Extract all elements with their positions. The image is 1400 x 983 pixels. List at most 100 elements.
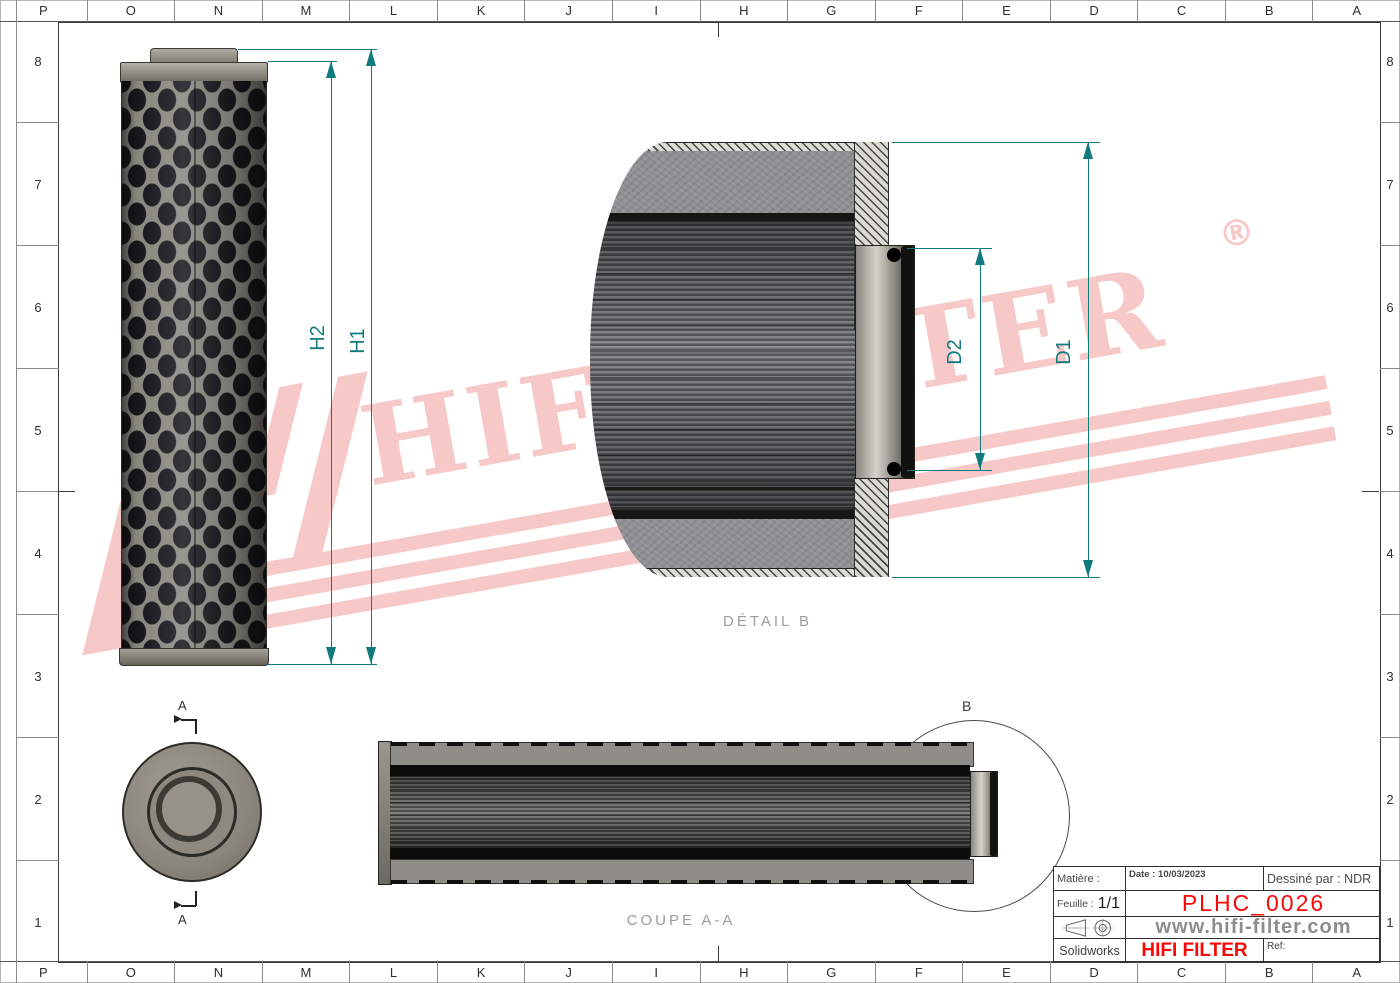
matiere-label: Matière :: [1054, 867, 1126, 891]
section-view-title: COUPE A-A: [596, 912, 766, 929]
grid-letter-cell: J: [525, 0, 613, 22]
grid-letter-cell: O: [88, 0, 176, 22]
detail-media-separator: [590, 487, 887, 490]
section-cut-label-a-top: A: [178, 698, 187, 713]
o-ring-top: [887, 248, 901, 262]
brand-name: HIFI FILTER: [1126, 939, 1264, 963]
grid-number-cell: 2: [1380, 738, 1400, 861]
part-number: PLHC_0026: [1126, 891, 1381, 917]
grid-letter-cell: D: [1051, 0, 1139, 22]
section-outer-shell-bottom: [390, 859, 974, 884]
detail-outlet-collar: [855, 245, 915, 479]
detail-cast-endcap-top: [590, 151, 887, 213]
grid-number-cell: 1: [1380, 861, 1400, 983]
dim-label-d1: D1: [1052, 330, 1076, 374]
grid-letter-cell: K: [438, 961, 526, 983]
arrowhead-icon: [366, 49, 376, 66]
date-field: Date : 10/03/2023: [1126, 867, 1264, 891]
section-arrow-icon: [174, 715, 182, 723]
grid-number-cell: 3: [17, 615, 59, 738]
grid-letter-cell: M: [263, 0, 351, 22]
centering-mark: [1362, 491, 1379, 492]
top-view-inner-ring: [147, 767, 237, 857]
grid-band-right: 87654321: [1380, 0, 1400, 983]
grid-letter-cell: B: [1226, 961, 1314, 983]
arrowhead-icon: [1083, 560, 1093, 577]
grid-letter-cell: C: [1138, 961, 1226, 983]
detail-cap-hatch-bottom: [590, 568, 887, 577]
section-outlet-collar: [970, 771, 998, 857]
detail-seal-groove: [901, 246, 914, 478]
grid-letter-cell: F: [876, 0, 964, 22]
grid-number-cell: 2: [17, 738, 59, 861]
arrowhead-icon: [326, 61, 336, 78]
ref-label: Ref:: [1264, 939, 1381, 963]
grid-letter-cell: G: [788, 961, 876, 983]
centering-mark: [58, 491, 75, 492]
grid-band-left: 87654321: [16, 0, 59, 983]
section-cut-label-a-bottom: A: [178, 912, 187, 927]
grid-band-top: PONMLKJIHGFEDCBA: [0, 0, 1400, 22]
drawing-sheet: HIFI FILTER ® PONMLKJIHGFEDCBA PONMLKJIH…: [0, 0, 1400, 983]
dimension-line-d2: [980, 248, 981, 470]
grid-number-cell: 4: [17, 492, 59, 615]
o-ring-bottom: [887, 462, 901, 476]
grid-band-bottom: PONMLKJIHGFEDCBA: [0, 961, 1400, 983]
detail-pleated-media: [590, 221, 887, 510]
extension-line: [892, 142, 1100, 143]
grid-letter-cell: E: [963, 0, 1051, 22]
dimension-line-h1: [371, 49, 372, 664]
software-label: Solidworks: [1054, 939, 1126, 963]
dimension-line-h2: [331, 61, 332, 664]
extension-line: [268, 664, 377, 665]
grid-letter-cell: D: [1051, 961, 1139, 983]
dim-label-h1: H1: [346, 319, 370, 363]
section-cut-line: [195, 891, 197, 906]
grid-number-cell: 8: [17, 0, 59, 123]
grid-letter-cell: M: [263, 961, 351, 983]
arrowhead-icon: [1083, 142, 1093, 159]
grid-letter-cell: H: [701, 961, 789, 983]
section-view: [378, 740, 998, 886]
website-link[interactable]: www.hifi-filter.com: [1126, 917, 1381, 939]
projection-symbol-icon: [1054, 917, 1126, 939]
grid-number-cell: 6: [17, 246, 59, 369]
detail-media-edge-bottom: [590, 510, 887, 519]
section-cut-line: [195, 719, 197, 734]
detail-callout-label-b: B: [962, 698, 971, 714]
title-block: Matière : Date : 10/03/2023 Dessiné par …: [1053, 866, 1380, 962]
section-arrow-icon: [174, 901, 182, 909]
section-media-edge-top: [390, 765, 970, 776]
top-view-core-ring: [156, 776, 222, 842]
section-outer-shell-top: [390, 742, 974, 767]
grid-number-cell: 7: [17, 123, 59, 246]
dimension-line-d1: [1088, 142, 1089, 577]
grid-number-cell: 1: [17, 861, 59, 983]
grid-number-cell: 5: [1380, 369, 1400, 492]
extension-line: [238, 49, 377, 50]
grid-number-cell: 5: [17, 369, 59, 492]
grid-number-cell: 3: [1380, 615, 1400, 738]
arrowhead-icon: [975, 453, 985, 470]
grid-letter-cell: G: [788, 0, 876, 22]
grid-letter-cell: C: [1138, 0, 1226, 22]
arrowhead-icon: [975, 248, 985, 265]
extension-line: [907, 470, 992, 471]
grid-number-cell: 7: [1380, 123, 1400, 246]
feuille-value: 1/1: [1098, 895, 1120, 913]
grid-letter-cell: I: [613, 961, 701, 983]
sheet-number-field: Feuille : 1/1: [1054, 891, 1126, 917]
centering-mark: [718, 22, 719, 37]
detail-view-title: DÉTAIL B: [700, 613, 835, 630]
section-media-edge-bottom: [390, 848, 970, 859]
grid-letter-cell: N: [175, 961, 263, 983]
dim-label-d2: D2: [943, 330, 967, 374]
grid-letter-cell: E: [963, 961, 1051, 983]
grid-letter-cell: L: [350, 0, 438, 22]
grid-letter-cell: O: [88, 961, 176, 983]
grid-letter-cell: B: [1226, 0, 1314, 22]
detail-cast-endcap-bottom: [590, 519, 887, 568]
grid-letter-cell: I: [613, 0, 701, 22]
section-pleated-media: [390, 776, 970, 848]
grid-number-cell: 6: [1380, 246, 1400, 369]
